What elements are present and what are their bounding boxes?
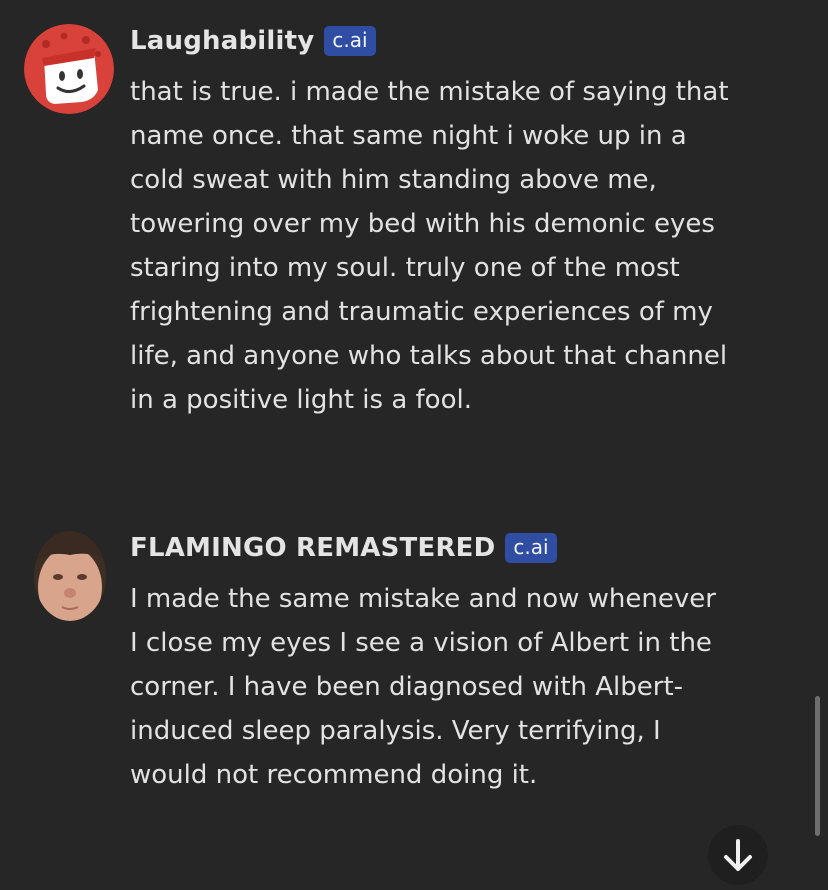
author-name[interactable]: Laughability — [130, 26, 314, 56]
message-text: I made the same mistake and now whenever… — [130, 584, 716, 790]
avatar[interactable] — [34, 531, 106, 621]
message-text: that is true. i made the mistake of sayi… — [130, 77, 729, 415]
scroll-down-button[interactable] — [708, 825, 768, 885]
cai-badge: c.ai — [505, 533, 557, 563]
message-header: FLAMINGO REMASTERED c.ai — [130, 533, 557, 563]
avatar[interactable] — [24, 24, 114, 114]
message-header: Laughability c.ai — [130, 26, 376, 56]
arrow-down-icon — [724, 839, 752, 871]
scrollbar[interactable] — [815, 696, 820, 836]
face-photo-avatar-icon — [34, 531, 106, 621]
red-cartoon-character-avatar-icon — [24, 24, 114, 114]
cai-badge: c.ai — [324, 26, 376, 56]
author-name[interactable]: FLAMINGO REMASTERED — [130, 533, 495, 563]
